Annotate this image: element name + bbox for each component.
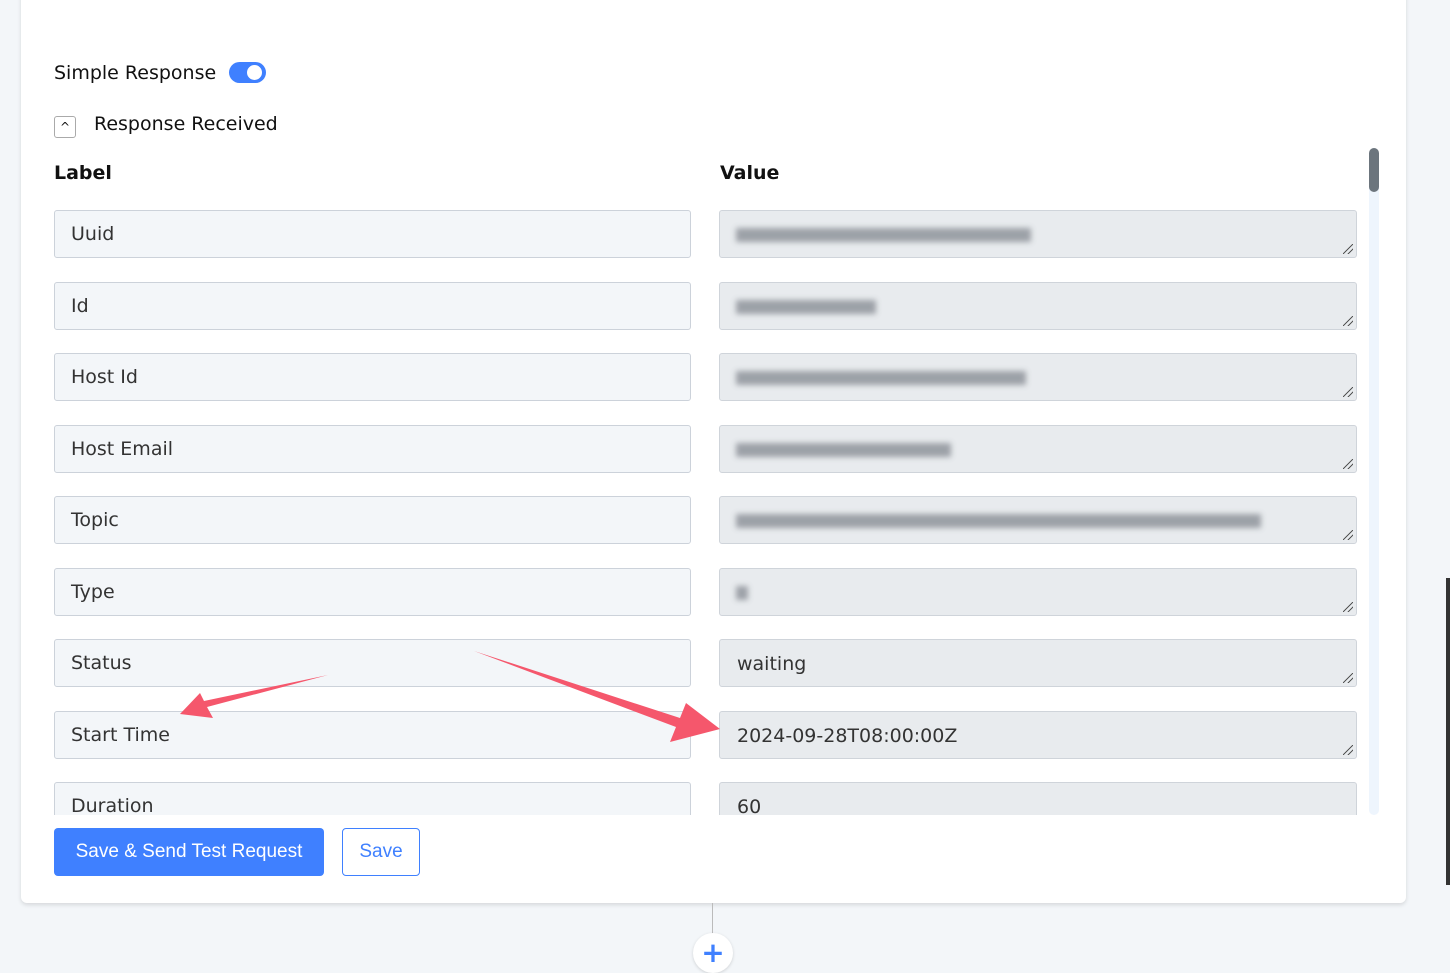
field-row: Topic [54,496,1358,544]
simple-response-toggle[interactable] [229,62,266,83]
field-value-textarea[interactable]: waiting [719,639,1357,687]
value-column-header: Value [720,162,780,184]
save-button[interactable]: Save [342,828,420,876]
redacted-value [736,228,1031,242]
field-value-textarea[interactable] [719,210,1357,258]
scrollbar[interactable] [1369,148,1379,815]
field-label-input[interactable]: Topic [54,496,691,544]
redacted-value [736,514,1261,528]
field-label-input[interactable]: Status [54,639,691,687]
field-row: Status waiting [54,639,1358,687]
field-value-textarea[interactable]: 60 [719,782,1357,815]
field-label-input[interactable]: Type [54,567,691,616]
label-column-header: Label [54,162,112,184]
field-value-textarea[interactable]: 2024-09-28T08:00:00Z [719,710,1357,759]
chevron-up-icon[interactable]: ^ [54,116,76,138]
response-fields-list: Uuid Id Host Id Host Email Topic Type Status wa… [0,200,1400,815]
field-row: Uuid [54,210,1358,258]
connector-line [712,903,713,935]
field-value-textarea[interactable] [719,281,1357,330]
field-label-input[interactable]: Uuid [54,210,691,258]
field-value-textarea[interactable] [719,424,1357,473]
field-label-input[interactable]: Start Time [54,710,691,759]
field-row: Id [54,281,1358,330]
field-label-input[interactable]: Host Id [54,353,691,401]
field-value-textarea[interactable] [719,496,1357,544]
field-row: Type [54,567,1358,616]
plus-icon[interactable]: + [693,933,733,973]
simple-response-label: Simple Response [54,62,217,84]
section-title: Response Received [94,113,278,135]
field-value-textarea[interactable] [719,567,1357,616]
scrollbar-thumb[interactable] [1369,148,1379,192]
redacted-value [736,371,1026,385]
window-scrollbar[interactable] [1446,578,1450,885]
field-label-input[interactable]: Id [54,281,691,330]
field-row: Host Id [54,353,1358,401]
field-label-input[interactable]: Host Email [54,424,691,473]
field-row: Duration 60 [54,782,1358,815]
redacted-value [736,299,876,314]
field-value-textarea[interactable] [719,353,1357,401]
save-send-test-button[interactable]: Save & Send Test Request [54,828,324,876]
field-label-input[interactable]: Duration [54,782,691,815]
field-row: Host Email [54,424,1358,473]
field-row: Start Time 2024-09-28T08:00:00Z [54,710,1358,759]
redacted-value [736,442,951,457]
redacted-value [736,585,748,600]
